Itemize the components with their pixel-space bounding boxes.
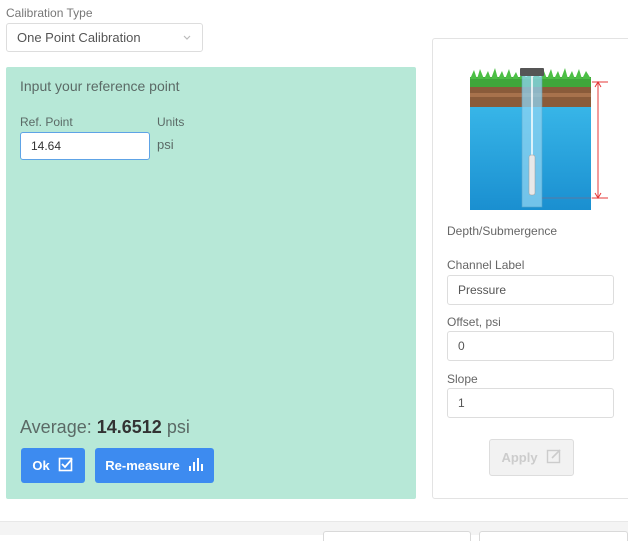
channel-label-title: Channel Label [447, 258, 525, 272]
footer-button-right[interactable] [479, 531, 628, 541]
remeasure-button[interactable]: Re-measure [95, 448, 214, 483]
reference-heading: Input your reference point [20, 78, 180, 94]
reference-point-panel: Input your reference point Ref. Point Un… [6, 67, 416, 499]
remeasure-label: Re-measure [105, 458, 180, 473]
offset-input[interactable]: 0 [447, 331, 614, 361]
well-sensor-illustration [470, 65, 610, 210]
slope-input[interactable]: 1 [447, 388, 614, 418]
ok-label: Ok [32, 458, 50, 473]
bar-chart-icon [188, 456, 204, 475]
average-label: Average: [20, 417, 92, 437]
calibration-type-select[interactable]: One Point Calibration [6, 23, 203, 52]
ref-point-label: Ref. Point [20, 115, 73, 129]
average-value: 14.6512 [96, 417, 162, 437]
average-readout: Average: 14.6512 psi [20, 417, 190, 438]
check-square-icon [58, 456, 74, 475]
apply-label: Apply [501, 450, 538, 465]
average-unit: psi [166, 417, 190, 437]
ok-button[interactable]: Ok [21, 448, 85, 483]
calibration-type-label: Calibration Type [6, 6, 93, 20]
ref-point-input[interactable] [20, 132, 150, 160]
footer-bar [0, 521, 628, 541]
chevron-down-icon [182, 24, 192, 62]
channel-label-input[interactable]: Pressure [447, 275, 614, 305]
footer-button-left[interactable] [323, 531, 471, 541]
apply-button[interactable]: Apply [489, 439, 574, 476]
depth-submergence-label: Depth/Submergence [447, 224, 558, 238]
offset-label: Offset, psi [447, 315, 501, 329]
units-value: psi [157, 137, 174, 152]
slope-label: Slope [447, 372, 478, 386]
calibration-type-value: One Point Calibration [17, 30, 141, 45]
edit-icon [546, 448, 562, 467]
units-label: Units [157, 115, 185, 129]
channel-config-card: Depth/Submergence Channel Label Pressure… [432, 38, 628, 499]
